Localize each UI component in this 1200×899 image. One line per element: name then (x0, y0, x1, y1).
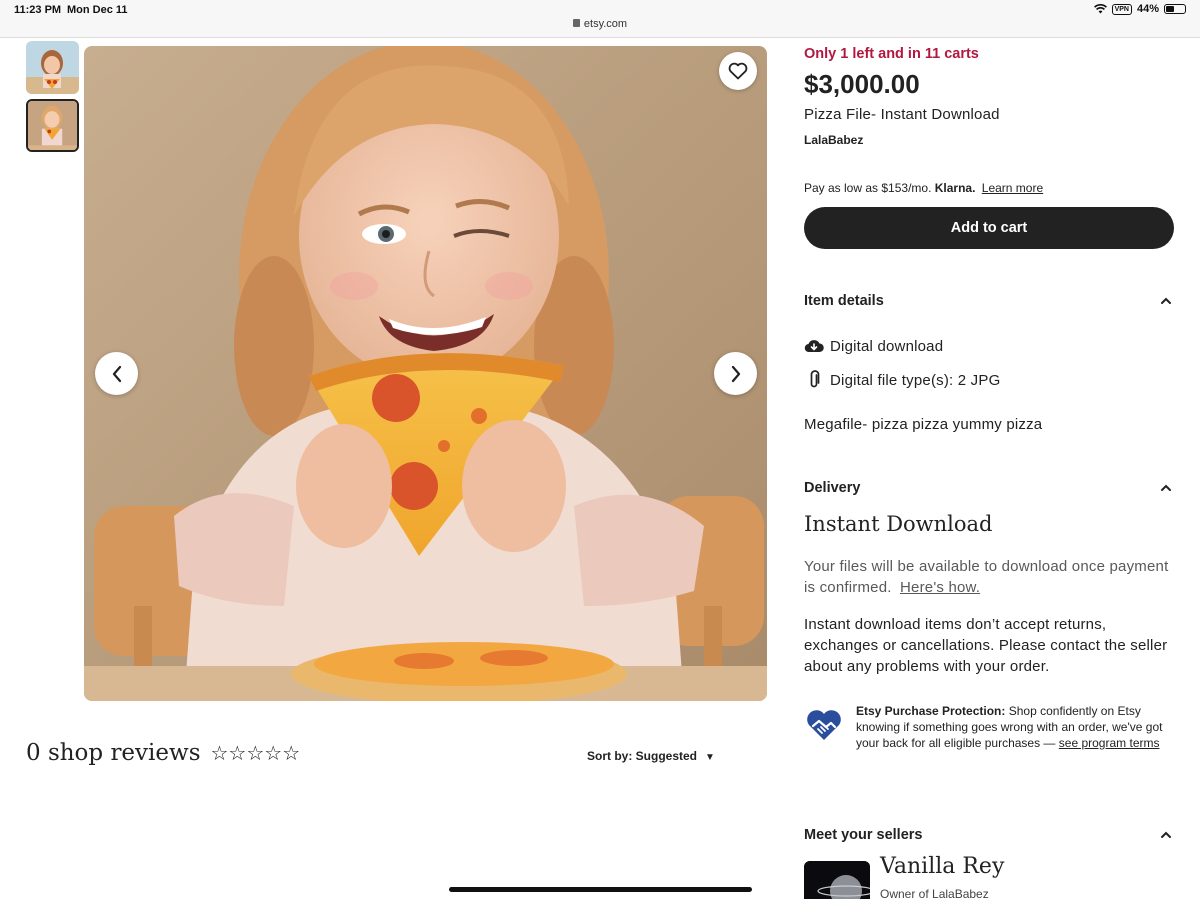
favorite-button[interactable] (719, 52, 757, 90)
thumbnail-image (28, 101, 77, 150)
seller-name[interactable]: Vanilla Rey (880, 854, 1004, 879)
listing-title: Pizza File- Instant Download (804, 106, 1000, 123)
planet-image (804, 861, 870, 899)
item-details-heading: Item details (804, 293, 884, 309)
item-description: Megafile- pizza pizza yummy pizza (804, 416, 1043, 433)
detail-row-filetype: Digital file type(s): 2 JPG (804, 370, 1000, 390)
handshake-heart-icon (804, 703, 848, 751)
lock-icon (572, 19, 580, 27)
returns-note: Instant download items don’t accept retu… (804, 616, 1168, 675)
detail-text: Digital file type(s): 2 JPG (830, 371, 1001, 389)
status-bar: 11:23 PM Mon Dec 11 etsy.com VPN 44% (0, 0, 1200, 38)
wifi-icon (1093, 4, 1107, 14)
gallery-thumbnail-2[interactable] (26, 99, 79, 152)
heart-icon (728, 62, 748, 80)
sort-dropdown[interactable]: Sort by: Suggested ▼ (587, 749, 715, 763)
meet-sellers-toggle[interactable]: Meet your sellers (804, 827, 1174, 843)
chevron-up-icon (1161, 831, 1171, 838)
girl-eating-pizza-image (84, 46, 767, 701)
stock-notice: Only 1 left and in 11 carts (804, 46, 979, 62)
klarna-text: Pay as low as $153/mo. (804, 181, 932, 195)
status-indicators: VPN 44% (1093, 3, 1186, 15)
detail-text: Digital download (830, 337, 944, 355)
price: $3,000.00 (804, 69, 920, 99)
cloud-download-icon (804, 336, 824, 356)
gallery-thumbnail-1[interactable] (26, 41, 79, 94)
sort-label: Sort by: Suggested (587, 749, 698, 763)
learn-more-link[interactable]: Learn more (982, 181, 1043, 195)
sellers-heading: Meet your sellers (804, 827, 923, 843)
previous-image-button[interactable] (95, 352, 138, 395)
home-indicator[interactable] (449, 887, 752, 892)
url-text: etsy.com (583, 18, 628, 30)
address-bar[interactable]: etsy.com (0, 18, 1200, 30)
seller-role: Owner of LalaBabez (880, 887, 989, 899)
shop-name-link[interactable]: LalaBabez (804, 133, 863, 147)
klarna-logo: Klarna. (934, 181, 976, 195)
thumbnail-image (26, 41, 79, 94)
delivery-method: Instant Download (804, 512, 993, 536)
klarna-installments: Pay as low as $153/mo. Klarna. Learn mor… (804, 181, 1043, 195)
availability-note: Your files will be available to download… (804, 556, 1176, 598)
vpn-badge: VPN (1111, 3, 1132, 15)
add-to-cart-button[interactable]: Add to cart (804, 207, 1174, 249)
protection-title: Etsy Purchase Protection: (856, 704, 1006, 718)
reviews-title: 0 shop reviews (26, 740, 201, 766)
chevron-right-icon (731, 365, 740, 382)
availability-text: Your files will be available to download… (804, 558, 1169, 596)
chevron-left-icon (112, 365, 121, 382)
next-image-button[interactable] (714, 352, 757, 395)
battery-percent: 44% (1136, 3, 1159, 15)
delivery-toggle[interactable]: Delivery (804, 480, 1174, 496)
seller-avatar[interactable] (804, 861, 870, 899)
listing-main-image[interactable] (84, 46, 767, 701)
chevron-up-icon (1161, 297, 1171, 304)
detail-row-download: Digital download (804, 336, 943, 356)
delivery-heading: Delivery (804, 480, 861, 496)
chevron-up-icon (1161, 484, 1171, 491)
battery-fill (1166, 6, 1174, 12)
program-terms-link[interactable]: see program terms (1059, 736, 1160, 750)
heres-how-link[interactable]: Here's how. (900, 579, 980, 596)
caret-down-icon: ▼ (705, 752, 715, 763)
star-rating-icon: ☆☆☆☆☆ (210, 742, 301, 765)
status-time: 11:23 PM (14, 4, 62, 16)
purchase-protection: Etsy Purchase Protection: Shop confident… (804, 703, 1174, 751)
paperclip-icon (804, 370, 824, 390)
shop-reviews-header: 0 shop reviews ☆☆☆☆☆ (26, 740, 300, 766)
status-date: Mon Dec 11 (67, 4, 128, 16)
item-details-toggle[interactable]: Item details (804, 293, 1174, 309)
battery-icon (1164, 4, 1186, 14)
